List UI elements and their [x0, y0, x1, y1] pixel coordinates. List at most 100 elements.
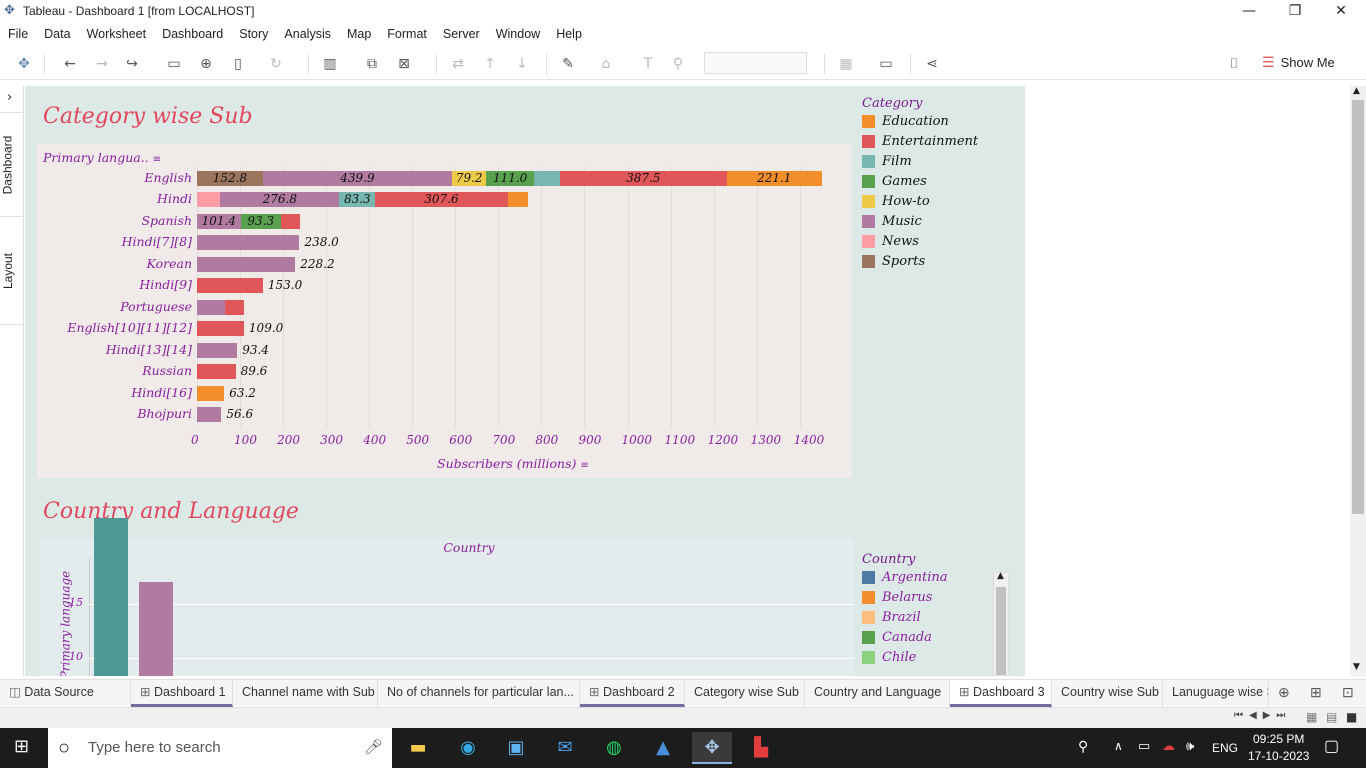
legend-item[interactable]: News — [862, 231, 978, 251]
legend-item[interactable]: Chile — [862, 647, 1012, 667]
new-story-tab-icon[interactable]: ⊡ — [1342, 684, 1354, 701]
legend-item[interactable]: Brazil — [862, 607, 1012, 627]
clear-sheet-icon[interactable]: ⊠ — [394, 54, 414, 74]
new-dashboard-tab-icon[interactable]: ⊞ — [1310, 684, 1322, 701]
new-data-source-icon[interactable]: ⊕ — [196, 54, 216, 74]
menu-help[interactable]: Help — [548, 24, 590, 44]
edge-browser-icon[interactable]: ◉ — [448, 732, 488, 764]
tab-layout[interactable]: Layout — [0, 236, 24, 316]
row-label[interactable]: Korean — [37, 256, 192, 271]
swap-icon[interactable]: ⇄ — [448, 54, 468, 74]
file-explorer-icon[interactable]: ▬ — [398, 732, 438, 764]
bar-segment[interactable] — [197, 385, 225, 401]
close-button[interactable]: ✕ — [1318, 0, 1364, 22]
sort-ascending-icon[interactable]: ↑ — [480, 54, 500, 74]
microphone-icon[interactable]: 🎤︎ — [364, 728, 383, 768]
row-label[interactable]: Hindi[7][8] — [37, 234, 192, 249]
tabs-view-icon[interactable]: ■ — [1346, 710, 1357, 724]
share-icon[interactable]: ⋖ — [922, 54, 942, 74]
bar[interactable] — [139, 582, 173, 676]
tableau-home-icon[interactable]: ✥ — [14, 54, 34, 74]
sheet-tab[interactable]: ◫ Data Source — [0, 680, 131, 707]
clock-date[interactable]: 17-10-2023 — [1248, 749, 1309, 763]
sheet-tab[interactable]: Country and Language — [805, 680, 950, 707]
row-label[interactable]: Hindi[9] — [37, 277, 192, 292]
bar-segment[interactable] — [197, 299, 226, 315]
row-label[interactable]: Spanish — [37, 213, 192, 228]
app-taskbar-icon[interactable]: ▙ — [741, 732, 781, 764]
language-indicator[interactable]: ENG — [1212, 741, 1238, 755]
volume-icon[interactable]: 🕪︎ — [1186, 738, 1194, 754]
row-label[interactable]: English — [37, 170, 192, 185]
legend-item[interactable]: Canada — [862, 627, 1012, 647]
refresh-icon[interactable]: ↻ — [266, 54, 286, 74]
bar-segment[interactable] — [507, 192, 529, 208]
main-scrollbar[interactable]: ▲ ▼ — [1350, 86, 1366, 676]
format-painter-icon[interactable]: ⌷ — [1224, 54, 1244, 74]
bar-segment[interactable] — [197, 256, 296, 272]
menu-file[interactable]: File — [0, 24, 36, 44]
show-cards-icon[interactable]: ▦ — [836, 54, 856, 74]
duplicate-icon[interactable]: ⧉ — [362, 54, 382, 74]
pin-icon[interactable]: ⚲ — [668, 54, 688, 74]
bar-segment[interactable] — [225, 299, 244, 315]
new-worksheet-icon[interactable]: ▥ — [320, 54, 340, 74]
scroll-up-icon[interactable]: ▲ — [997, 571, 1004, 581]
taskbar-search-box[interactable]: ○ Type here to search 🎤︎ — [48, 728, 392, 768]
legend-item[interactable]: Argentina — [862, 567, 1012, 587]
menu-worksheet[interactable]: Worksheet — [79, 24, 155, 44]
network-icon[interactable]: ▭ — [1138, 738, 1150, 754]
bar-segment[interactable] — [197, 235, 300, 251]
legend-scrollbar[interactable]: ▲ — [993, 571, 1009, 676]
menu-story[interactable]: Story — [231, 24, 276, 44]
notifications-icon[interactable]: ▢ — [1324, 736, 1339, 756]
redo-icon[interactable]: → — [92, 54, 112, 74]
undo-icon[interactable]: ← — [60, 54, 80, 74]
country-language-chart[interactable]: Country Primary language 15 10 — [39, 517, 854, 676]
legend-item[interactable]: Games — [862, 171, 978, 191]
row-label[interactable]: Russian — [37, 363, 192, 378]
photos-icon[interactable]: ▲ — [643, 732, 683, 764]
sheet-tab[interactable]: Channel name with Sub — [233, 680, 378, 707]
bar[interactable] — [94, 517, 128, 676]
filmstrip-view-icon[interactable]: ▦ — [1306, 710, 1317, 724]
menu-data[interactable]: Data — [36, 24, 78, 44]
sort-descending-icon[interactable]: ↓ — [512, 54, 532, 74]
bar-segment[interactable] — [534, 171, 560, 186]
pause-updates-icon[interactable]: ▯ — [228, 54, 248, 74]
menu-map[interactable]: Map — [339, 24, 379, 44]
menu-server[interactable]: Server — [435, 24, 488, 44]
bar-segment[interactable] — [197, 406, 222, 422]
clock-time[interactable]: 09:25 PM — [1253, 732, 1304, 746]
chevron-right-icon[interactable]: › — [7, 90, 12, 105]
sheet-tab[interactable]: ⊞ Dashboard 1 — [131, 680, 233, 707]
legend-item[interactable]: How-to — [862, 191, 978, 211]
labels-icon[interactable]: T — [638, 54, 658, 74]
grid-view-icon[interactable]: ▤ — [1326, 710, 1337, 724]
legend-item[interactable]: Entertainment — [862, 131, 978, 151]
sheet-tab[interactable]: Country wise Sub — [1052, 680, 1163, 707]
bar-segment[interactable] — [280, 213, 301, 229]
legend-item[interactable]: Sports — [862, 251, 978, 271]
bar-segment[interactable] — [197, 364, 236, 380]
people-icon[interactable]: ⚲ — [1078, 738, 1088, 755]
row-label[interactable]: Hindi[13][14] — [37, 342, 192, 357]
row-label[interactable]: Bhojpuri — [37, 406, 192, 421]
highlight-icon[interactable]: ✎ — [558, 54, 578, 74]
restore-button[interactable]: ❐ — [1272, 0, 1318, 22]
fit-dropdown[interactable] — [704, 52, 807, 74]
menu-format[interactable]: Format — [379, 24, 435, 44]
minimize-button[interactable]: — — [1226, 0, 1272, 22]
legend-item[interactable]: Education — [862, 111, 978, 131]
row-header-primary-language[interactable]: Primary langua.. ≡ — [43, 150, 161, 165]
whatsapp-icon[interactable]: ◍ — [594, 732, 634, 764]
scroll-up-icon[interactable]: ▲ — [1353, 86, 1360, 96]
legend-item[interactable]: Belarus — [862, 587, 1012, 607]
sheet-tab[interactable]: No of channels for particular lan... — [378, 680, 580, 707]
menu-window[interactable]: Window — [488, 24, 548, 44]
sheet-tab[interactable]: Category wise Sub — [685, 680, 805, 707]
show-me-button[interactable]: ☰ Show Me — [1262, 54, 1335, 71]
tableau-taskbar-icon[interactable]: ✥ — [692, 732, 732, 764]
store-icon[interactable]: ▣ — [496, 732, 536, 764]
category-wise-sub-chart[interactable]: Primary langua.. ≡ 0 100 200 300 400 500 600 70… — [37, 144, 852, 478]
